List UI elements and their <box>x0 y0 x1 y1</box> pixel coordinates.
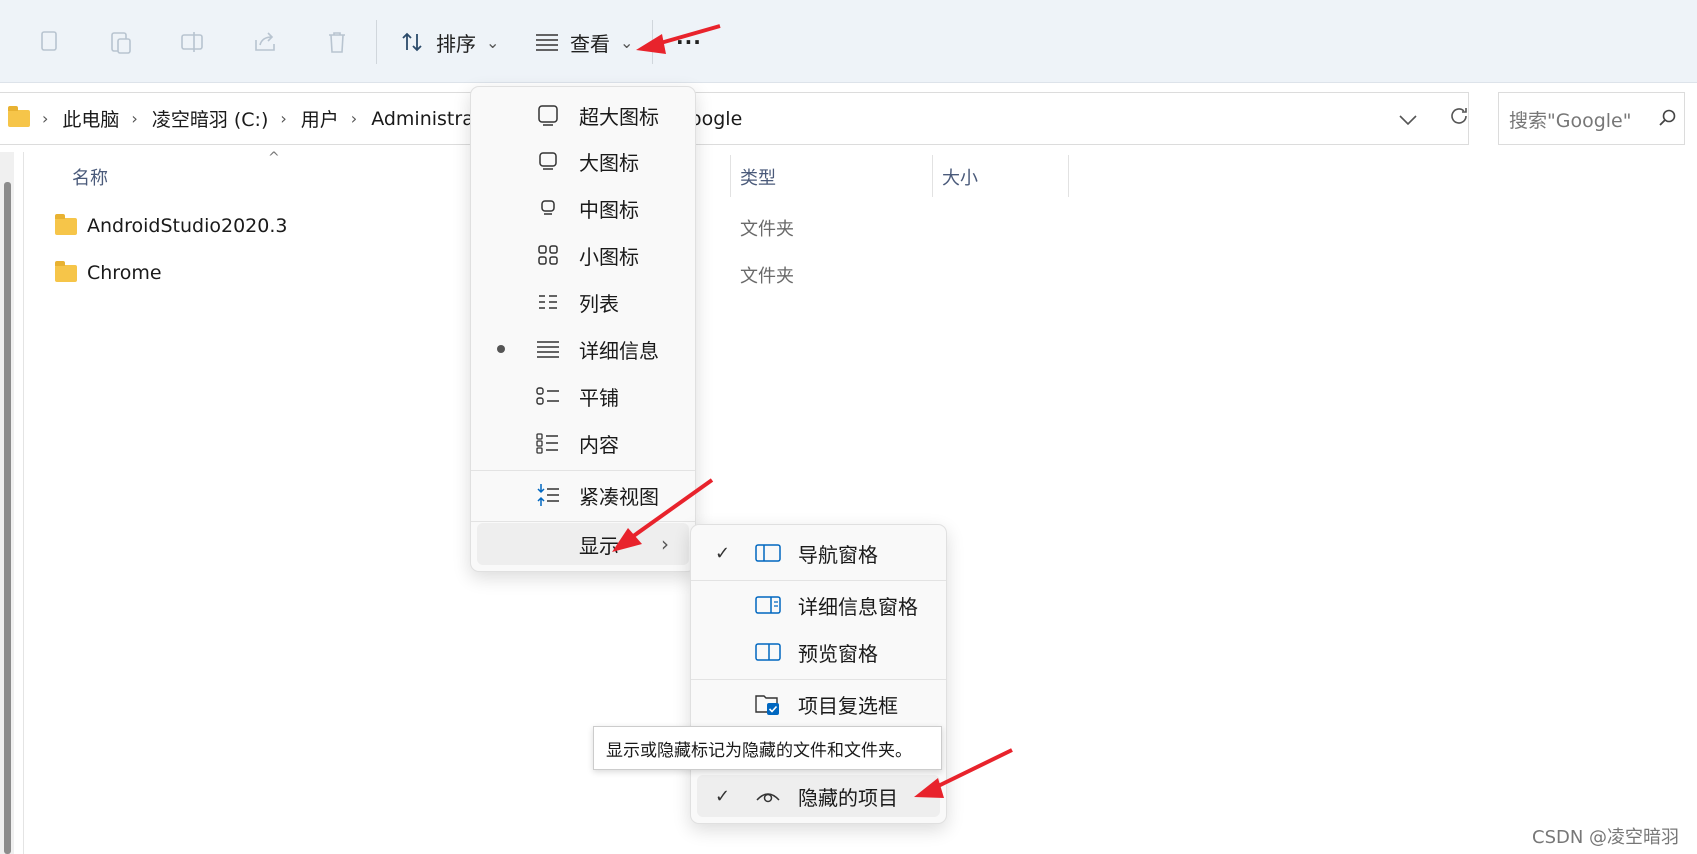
watermark: CSDN @凌空暗羽 <box>1532 827 1680 848</box>
annotation-arrow <box>929 748 1013 792</box>
annotation-arrow-head <box>636 34 666 54</box>
annotation-arrow-head <box>914 778 944 798</box>
annotation-arrow <box>623 478 714 544</box>
annotation-arrows <box>612 24 1013 798</box>
